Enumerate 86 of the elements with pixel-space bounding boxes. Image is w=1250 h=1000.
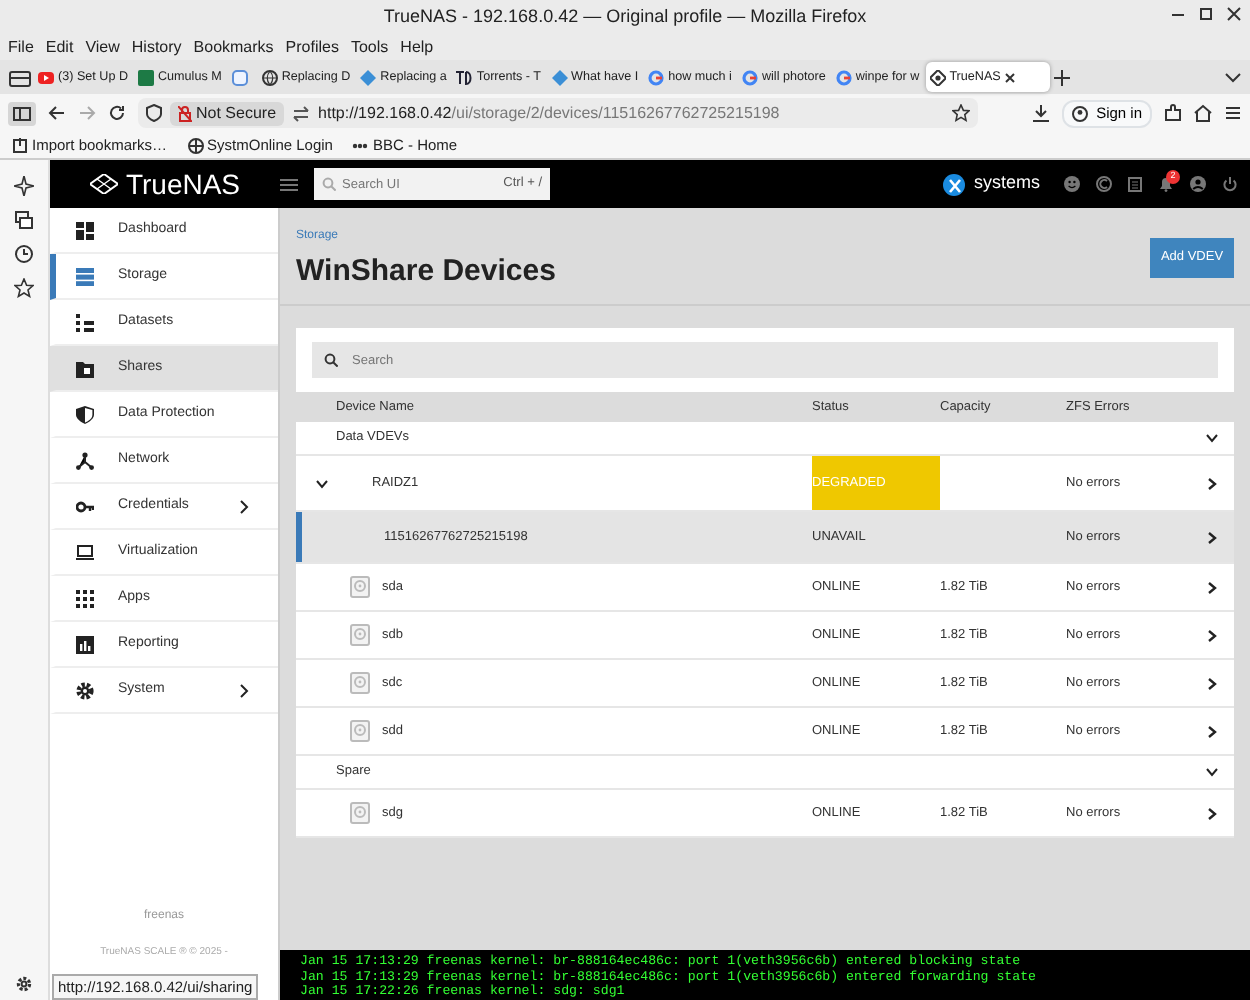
vendor-logo: systems <box>941 170 1040 198</box>
video-icon <box>38 69 54 85</box>
truenas-logo[interactable]: TrueNAS <box>50 163 280 205</box>
circle-logo-icon[interactable] <box>1096 176 1112 192</box>
shield-icon <box>146 104 162 122</box>
close-icon[interactable] <box>1004 71 1017 83</box>
chevron-right-icon[interactable] <box>1206 725 1218 737</box>
tree-icon <box>76 313 94 331</box>
star-icon[interactable] <box>14 278 34 298</box>
g-logo-icon <box>835 69 852 85</box>
address-bar[interactable]: Not Secure http://192.168.0.42/ui/storage/2/devices/11516267762725215198 <box>138 98 978 128</box>
g-logo-icon <box>741 69 758 85</box>
clock-icon[interactable] <box>14 244 34 264</box>
disk-icon <box>350 624 370 646</box>
search-icon <box>324 353 338 367</box>
menu-item[interactable]: View <box>85 36 120 60</box>
chevron-right-icon[interactable] <box>1206 807 1218 819</box>
ix-mark-icon <box>941 173 966 195</box>
account-icon[interactable] <box>1190 176 1206 192</box>
network-icon <box>76 451 94 469</box>
menu-icon[interactable] <box>1224 104 1242 122</box>
star-icon[interactable] <box>952 104 970 122</box>
folder-icon <box>76 359 94 377</box>
settings-icon[interactable] <box>14 974 34 994</box>
new-tab-icon[interactable] <box>1051 67 1072 87</box>
search-icon <box>322 177 336 191</box>
disk-icon <box>350 720 370 742</box>
menu-item[interactable]: Profiles <box>285 36 339 60</box>
storage-icon <box>76 267 94 285</box>
letter-icon <box>456 69 473 85</box>
swap-icon[interactable] <box>292 105 311 121</box>
laptop-icon <box>76 543 94 561</box>
chevron-right-icon[interactable] <box>1206 677 1218 689</box>
chevron-down-icon[interactable] <box>1206 432 1218 444</box>
page-title: WinShare Devices <box>296 256 556 286</box>
tab-list-icon[interactable] <box>8 67 32 87</box>
reload-icon[interactable] <box>108 104 126 122</box>
puzzle-icon[interactable] <box>1164 104 1182 122</box>
chevron-down-icon[interactable] <box>316 477 328 489</box>
globe-icon <box>261 69 278 85</box>
diamond-icon <box>929 69 946 85</box>
menu-item[interactable]: Help <box>400 36 434 60</box>
account-icon <box>1072 105 1089 121</box>
menu-item[interactable]: Bookmarks <box>193 36 274 60</box>
window-title: TrueNAS - 192.168.0.42 — Original profile — Mozilla Firefox <box>383 4 867 31</box>
disk-icon <box>350 802 370 824</box>
blank-page-icon <box>231 69 248 85</box>
chevron-right-icon[interactable] <box>1206 531 1218 543</box>
smiley-icon[interactable] <box>1064 176 1080 192</box>
grid-icon <box>76 221 94 239</box>
bar-chart-icon <box>76 635 94 653</box>
menu-item[interactable]: Edit <box>45 36 74 60</box>
diamond-icon <box>551 69 567 85</box>
gear-icon <box>76 681 94 699</box>
disk-icon <box>350 672 370 694</box>
diamond-icon <box>360 69 377 85</box>
chevron-right-icon[interactable] <box>1206 581 1218 593</box>
globe-icon <box>187 137 204 153</box>
chevron-down-icon[interactable] <box>1224 68 1242 86</box>
g-logo-icon <box>648 69 665 85</box>
menu-item[interactable]: File <box>8 36 34 60</box>
spreadsheet-icon <box>138 69 154 85</box>
disk-icon <box>350 576 370 598</box>
menu-item[interactable]: History <box>131 36 182 60</box>
close-icon[interactable] <box>1226 6 1242 22</box>
url-text: http://192.168.0.42/ui/storage/2/devices/11516267762725215198 <box>318 101 780 125</box>
key-icon <box>76 497 94 515</box>
home-icon[interactable] <box>1194 104 1212 122</box>
lock-icon <box>178 105 192 121</box>
power-icon[interactable] <box>1222 176 1238 192</box>
shield-icon <box>76 405 94 423</box>
sparkle-icon[interactable] <box>14 176 34 196</box>
security-badge[interactable]: Not Secure <box>170 101 285 125</box>
apps-grid-icon <box>76 589 94 607</box>
back-arrow-icon[interactable] <box>48 104 66 122</box>
menu-item[interactable]: Tools <box>350 36 389 60</box>
chevron-down-icon[interactable] <box>1206 766 1218 778</box>
tabs-icon[interactable] <box>14 210 34 230</box>
import-icon <box>12 137 28 153</box>
download-icon[interactable] <box>1032 104 1051 122</box>
truenas-mark-icon <box>89 174 118 194</box>
chevron-right-icon[interactable] <box>1206 629 1218 641</box>
sidebar-icon[interactable] <box>8 101 36 125</box>
chevron-right-icon[interactable] <box>1206 477 1218 489</box>
clipboard-icon[interactable] <box>1128 176 1142 192</box>
maximize-icon[interactable] <box>1198 6 1214 22</box>
